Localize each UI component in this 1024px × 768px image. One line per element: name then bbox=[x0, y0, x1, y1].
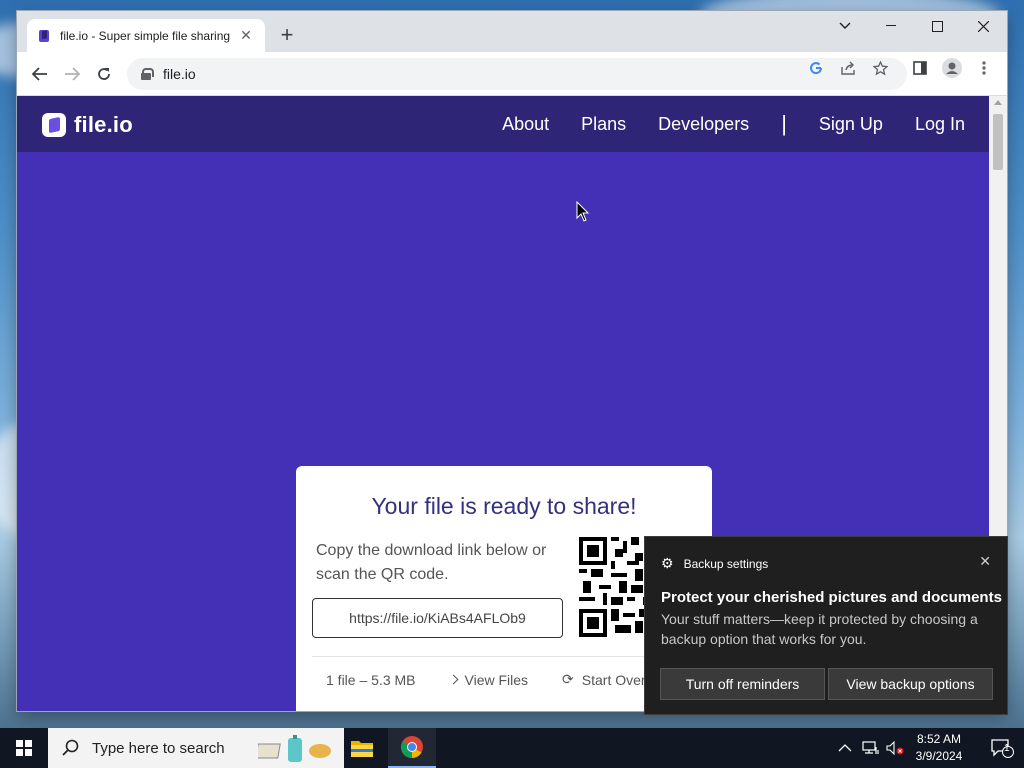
fileio-favicon-icon bbox=[39, 29, 49, 42]
toast-title: Protect your cherished pictures and docu… bbox=[661, 589, 1002, 606]
close-window-button[interactable] bbox=[960, 11, 1006, 41]
address-bar[interactable]: file.io bbox=[127, 58, 907, 90]
share-icon[interactable] bbox=[838, 58, 858, 78]
taskbar: Type here to search 8:52 AM 3/9/2024 1 bbox=[0, 728, 1024, 768]
card-footer: 1 file – 5.3 MB View Files ⟳ Start Over bbox=[312, 656, 696, 702]
start-button[interactable] bbox=[0, 728, 48, 768]
nav-log-in[interactable]: Log In bbox=[915, 114, 965, 135]
reload-button[interactable] bbox=[91, 61, 117, 87]
windows-logo-icon bbox=[16, 740, 32, 756]
forward-button[interactable] bbox=[59, 61, 85, 87]
fileio-logo-icon bbox=[42, 113, 66, 137]
site-header: file.io About Plans Developers | Sign Up… bbox=[17, 96, 989, 152]
close-tab-icon[interactable]: ✕ bbox=[237, 27, 255, 44]
minimize-button[interactable] bbox=[868, 11, 914, 41]
maximize-button[interactable] bbox=[914, 11, 960, 41]
new-tab-button[interactable]: + bbox=[275, 24, 299, 48]
search-highlight-icon bbox=[258, 735, 331, 762]
side-panel-icon[interactable] bbox=[910, 58, 930, 78]
card-description: Copy the download link below or scan the… bbox=[316, 542, 547, 583]
nav-plans[interactable]: Plans bbox=[581, 114, 626, 135]
card-title: Your file is ready to share! bbox=[371, 493, 637, 519]
scroll-thumb[interactable] bbox=[993, 114, 1003, 170]
view-backup-options-button[interactable]: View backup options bbox=[828, 668, 993, 700]
mouse-cursor-icon bbox=[576, 201, 590, 222]
volume-muted-icon[interactable] bbox=[886, 728, 904, 768]
google-lens-icon[interactable] bbox=[806, 58, 826, 78]
file-explorer-icon[interactable] bbox=[338, 728, 386, 768]
toast-header: ⚙ Backup settings bbox=[661, 555, 768, 572]
chrome-icon[interactable] bbox=[388, 728, 436, 768]
back-button[interactable] bbox=[27, 61, 53, 87]
nav-sign-up[interactable]: Sign Up bbox=[819, 114, 883, 135]
title-bar: file.io - Super simple file sharing ✕ + bbox=[17, 11, 1007, 52]
search-icon bbox=[62, 739, 79, 756]
tab-search-icon[interactable] bbox=[822, 11, 868, 41]
notification-icon bbox=[991, 739, 1014, 758]
gear-icon: ⚙ bbox=[661, 555, 674, 571]
site-logo[interactable]: file.io bbox=[42, 112, 133, 138]
refresh-icon: ⟳ bbox=[562, 671, 574, 687]
lock-icon[interactable] bbox=[141, 68, 154, 80]
view-files-label: View Files bbox=[464, 671, 529, 688]
system-clock[interactable]: 8:52 AM 3/9/2024 bbox=[904, 731, 974, 765]
notification-center-button[interactable]: 1 bbox=[980, 728, 1024, 768]
url-text[interactable]: file.io bbox=[163, 66, 196, 82]
tab-title: file.io - Super simple file sharing bbox=[60, 28, 231, 43]
browser-toolbar: file.io bbox=[17, 52, 1007, 96]
nav-separator: | bbox=[781, 111, 787, 136]
show-hidden-icons-icon[interactable] bbox=[838, 728, 852, 768]
browser-tab[interactable]: file.io - Super simple file sharing ✕ bbox=[27, 19, 265, 52]
download-link-field[interactable]: https://file.io/KiABs4AFLOb9 bbox=[312, 598, 563, 638]
network-icon[interactable] bbox=[862, 728, 880, 768]
view-files-link[interactable]: View Files bbox=[448, 671, 529, 688]
start-over-link[interactable]: ⟳ Start Over bbox=[562, 671, 646, 688]
search-placeholder: Type here to search bbox=[92, 739, 225, 757]
toast-app-name: Backup settings bbox=[683, 556, 769, 571]
nav-developers[interactable]: Developers bbox=[658, 114, 749, 135]
file-info: 1 file – 5.3 MB bbox=[326, 671, 416, 688]
clock-time: 8:52 AM bbox=[916, 732, 962, 746]
taskbar-search[interactable]: Type here to search bbox=[48, 728, 344, 768]
bookmark-star-icon[interactable] bbox=[870, 58, 890, 78]
nav-about[interactable]: About bbox=[502, 114, 549, 135]
scroll-up-arrow-icon[interactable] bbox=[994, 100, 1002, 105]
start-over-label: Start Over bbox=[581, 671, 646, 688]
logo-text: file.io bbox=[74, 112, 133, 137]
backup-notification: ⚙ Backup settings ✕ Protect your cherish… bbox=[644, 536, 1008, 715]
toast-body: Your stuff matters—keep it protected by … bbox=[661, 611, 978, 647]
menu-kebab-icon[interactable] bbox=[974, 58, 994, 78]
close-icon[interactable]: ✕ bbox=[979, 553, 991, 570]
notification-count: 1 bbox=[1004, 743, 1010, 754]
site-nav: About Plans Developers | Sign Up Log In bbox=[470, 96, 965, 152]
profile-avatar-icon[interactable] bbox=[942, 58, 962, 78]
chevron-right-icon bbox=[448, 674, 458, 685]
turn-off-reminders-button[interactable]: Turn off reminders bbox=[660, 668, 825, 700]
clock-date: 3/9/2024 bbox=[915, 749, 963, 763]
